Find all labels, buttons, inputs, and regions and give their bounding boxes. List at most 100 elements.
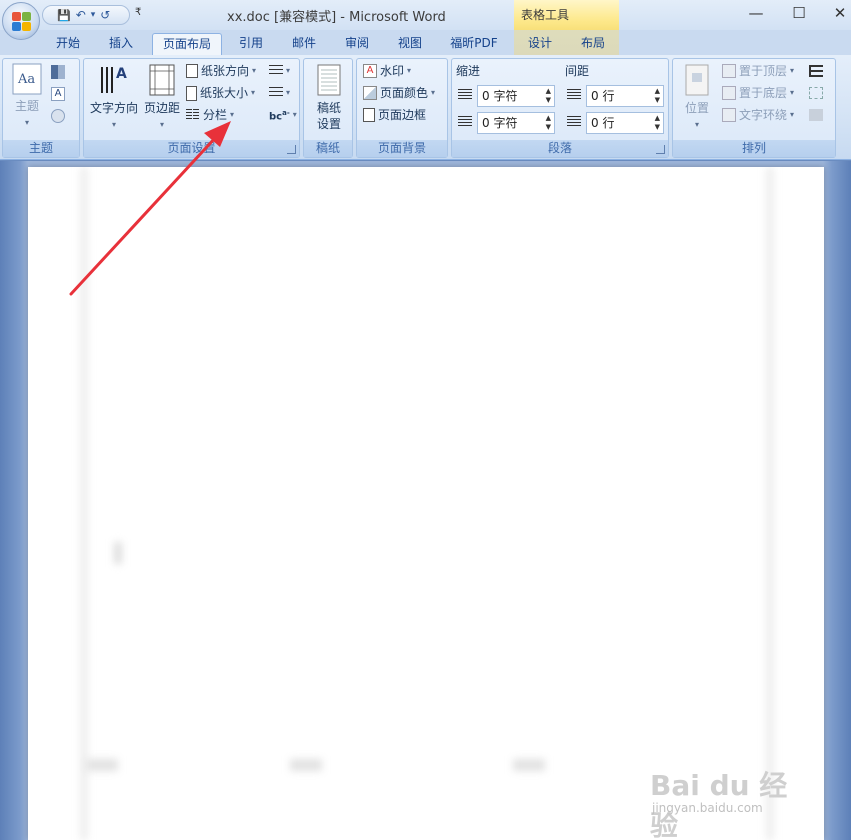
spacing-before-input[interactable]: 0 行 ▲ ▼: [586, 85, 664, 107]
spinner-icon[interactable]: ▲ ▼: [655, 114, 660, 132]
indent-left-value: 0 字符: [482, 89, 518, 103]
align-icon[interactable]: [809, 65, 823, 77]
line-numbers-button[interactable]: ▾: [269, 84, 290, 102]
text-wrap-label: 文字环绕: [739, 108, 788, 122]
page-borders-button[interactable]: 页面边框: [363, 106, 426, 124]
breaks-button[interactable]: ▾: [269, 62, 290, 80]
watermark-icon: A: [363, 64, 377, 78]
svg-text:Aa: Aa: [17, 72, 35, 87]
chevron-down-icon: ▾: [24, 118, 29, 127]
spacing-after-value: 0 行: [591, 116, 615, 130]
paragraph-launcher-icon[interactable]: [656, 145, 665, 154]
group-label-themes: 主题: [3, 140, 79, 157]
orientation-icon: [186, 64, 198, 78]
spinner-icon[interactable]: ▲ ▼: [546, 87, 551, 105]
text-direction-button[interactable]: A 文字方向 ▾: [88, 63, 140, 130]
position-button[interactable]: 位置 ▾: [679, 63, 715, 130]
group-label-page-background: 页面背景: [357, 140, 447, 157]
group-objects-icon[interactable]: [809, 87, 823, 99]
spinner-icon[interactable]: ▲ ▼: [655, 87, 660, 105]
indent-right-value: 0 字符: [482, 116, 518, 130]
chevron-down-icon: ▾: [790, 88, 795, 97]
customize-qat-icon[interactable]: ₹: [135, 7, 141, 18]
page-color-label: 页面颜色: [380, 86, 429, 100]
tab-page-layout[interactable]: 页面布局: [152, 33, 222, 55]
rotate-icon[interactable]: [809, 109, 823, 121]
baidu-jingyan-watermark: Bai du 经验 jingyan.baidu.com: [650, 764, 810, 840]
tab-mailings[interactable]: 邮件: [281, 33, 327, 55]
blurred-text: [86, 759, 118, 771]
group-manuscript: 稿纸 设置 稿纸: [303, 58, 353, 158]
tab-layout[interactable]: 布局: [570, 33, 616, 55]
orientation-button[interactable]: 纸张方向 ▾: [186, 62, 256, 80]
tab-view[interactable]: 视图: [387, 33, 433, 55]
indent-left-input[interactable]: 0 字符 ▲ ▼: [477, 85, 555, 107]
bring-to-front-button[interactable]: 置于顶层 ▾: [722, 62, 794, 80]
columns-button[interactable]: 分栏 ▾: [186, 106, 234, 124]
tab-foxit-pdf[interactable]: 福昕PDF: [441, 33, 507, 55]
watermark-label: 水印: [380, 64, 405, 78]
table-tools-context-header: 表格工具: [514, 0, 619, 30]
office-logo-icon: [12, 12, 32, 32]
tab-references[interactable]: 引用: [228, 33, 274, 55]
tab-review[interactable]: 审阅: [334, 33, 380, 55]
chevron-down-icon: ▾: [407, 66, 412, 75]
redo-icon[interactable]: ↺: [100, 9, 110, 21]
manuscript-icon: [317, 64, 341, 96]
breaks-icon: [269, 65, 283, 77]
send-back-icon: [722, 86, 736, 100]
document-area[interactable]: [0, 161, 851, 840]
svg-text:A: A: [116, 66, 127, 82]
theme-effects-icon[interactable]: [51, 109, 65, 123]
spinner-icon[interactable]: ▲ ▼: [546, 114, 551, 132]
chevron-down-icon: ▾: [230, 110, 235, 119]
theme-colors-icon[interactable]: [51, 65, 65, 79]
indent-right-icon: [458, 116, 472, 128]
chevron-down-icon: ▾: [251, 88, 256, 97]
undo-icon[interactable]: ↶: [76, 9, 86, 21]
close-button[interactable]: ✕: [828, 4, 851, 22]
spacing-before-icon: [567, 89, 581, 101]
chevron-down-icon: ▾: [790, 66, 795, 75]
table-tools-label: 表格工具: [521, 8, 570, 22]
document-page[interactable]: [28, 167, 824, 840]
page-margin-line: [80, 167, 88, 840]
size-button[interactable]: 纸张大小 ▾: [186, 84, 255, 102]
undo-dropdown-icon[interactable]: ▾: [91, 10, 96, 20]
hyphenation-icon: bca-: [269, 108, 290, 123]
paper-size-icon: [186, 85, 197, 101]
margins-label: 页边距: [143, 101, 180, 115]
page-color-button[interactable]: 页面颜色 ▾: [363, 84, 435, 102]
maximize-button[interactable]: ☐: [787, 4, 811, 22]
themes-button[interactable]: Aa 主题 ▾: [7, 63, 47, 128]
chevron-down-icon: ▾: [431, 88, 436, 97]
watermark-button[interactable]: A 水印 ▾: [363, 62, 411, 80]
send-to-back-button[interactable]: 置于底层 ▾: [722, 84, 794, 102]
theme-fonts-icon[interactable]: A: [51, 87, 65, 101]
page-setup-launcher-icon[interactable]: [287, 145, 296, 154]
themes-icon: Aa: [12, 63, 42, 95]
chevron-down-icon: ▾: [790, 110, 795, 119]
group-page-background: A 水印 ▾ 页面颜色 ▾ 页面边框 页面背景: [356, 58, 448, 158]
page-margin-line: [766, 167, 774, 840]
margins-button[interactable]: 页边距 ▾: [140, 63, 184, 130]
group-page-setup: A 文字方向 ▾ 页边距 ▾ 纸张方向 ▾ 纸张大小 ▾ 分栏 ▾ ▾ ▾ bc…: [83, 58, 300, 158]
tab-insert[interactable]: 插入: [98, 33, 144, 55]
text-wrapping-button[interactable]: 文字环绕 ▾: [722, 106, 794, 124]
bring-front-label: 置于顶层: [739, 64, 788, 78]
manuscript-setup-button[interactable]: 稿纸 设置: [310, 63, 348, 132]
position-label: 位置: [684, 101, 709, 115]
hyphenation-button[interactable]: bca- ▾: [269, 106, 297, 124]
indent-right-input[interactable]: 0 字符 ▲ ▼: [477, 112, 555, 134]
tab-design[interactable]: 设计: [517, 33, 563, 55]
office-button[interactable]: [2, 2, 40, 40]
themes-label: 主题: [14, 99, 39, 113]
page-borders-label: 页面边框: [378, 108, 427, 122]
minimize-button[interactable]: —: [744, 4, 768, 22]
chevron-down-icon: ▾: [111, 120, 116, 129]
size-label: 纸张大小: [200, 86, 249, 100]
quick-access-toolbar: 💾 ↶ ▾ ↺: [42, 5, 130, 25]
tab-home[interactable]: 开始: [45, 33, 91, 55]
save-icon[interactable]: 💾: [57, 10, 71, 21]
spacing-after-input[interactable]: 0 行 ▲ ▼: [586, 112, 664, 134]
